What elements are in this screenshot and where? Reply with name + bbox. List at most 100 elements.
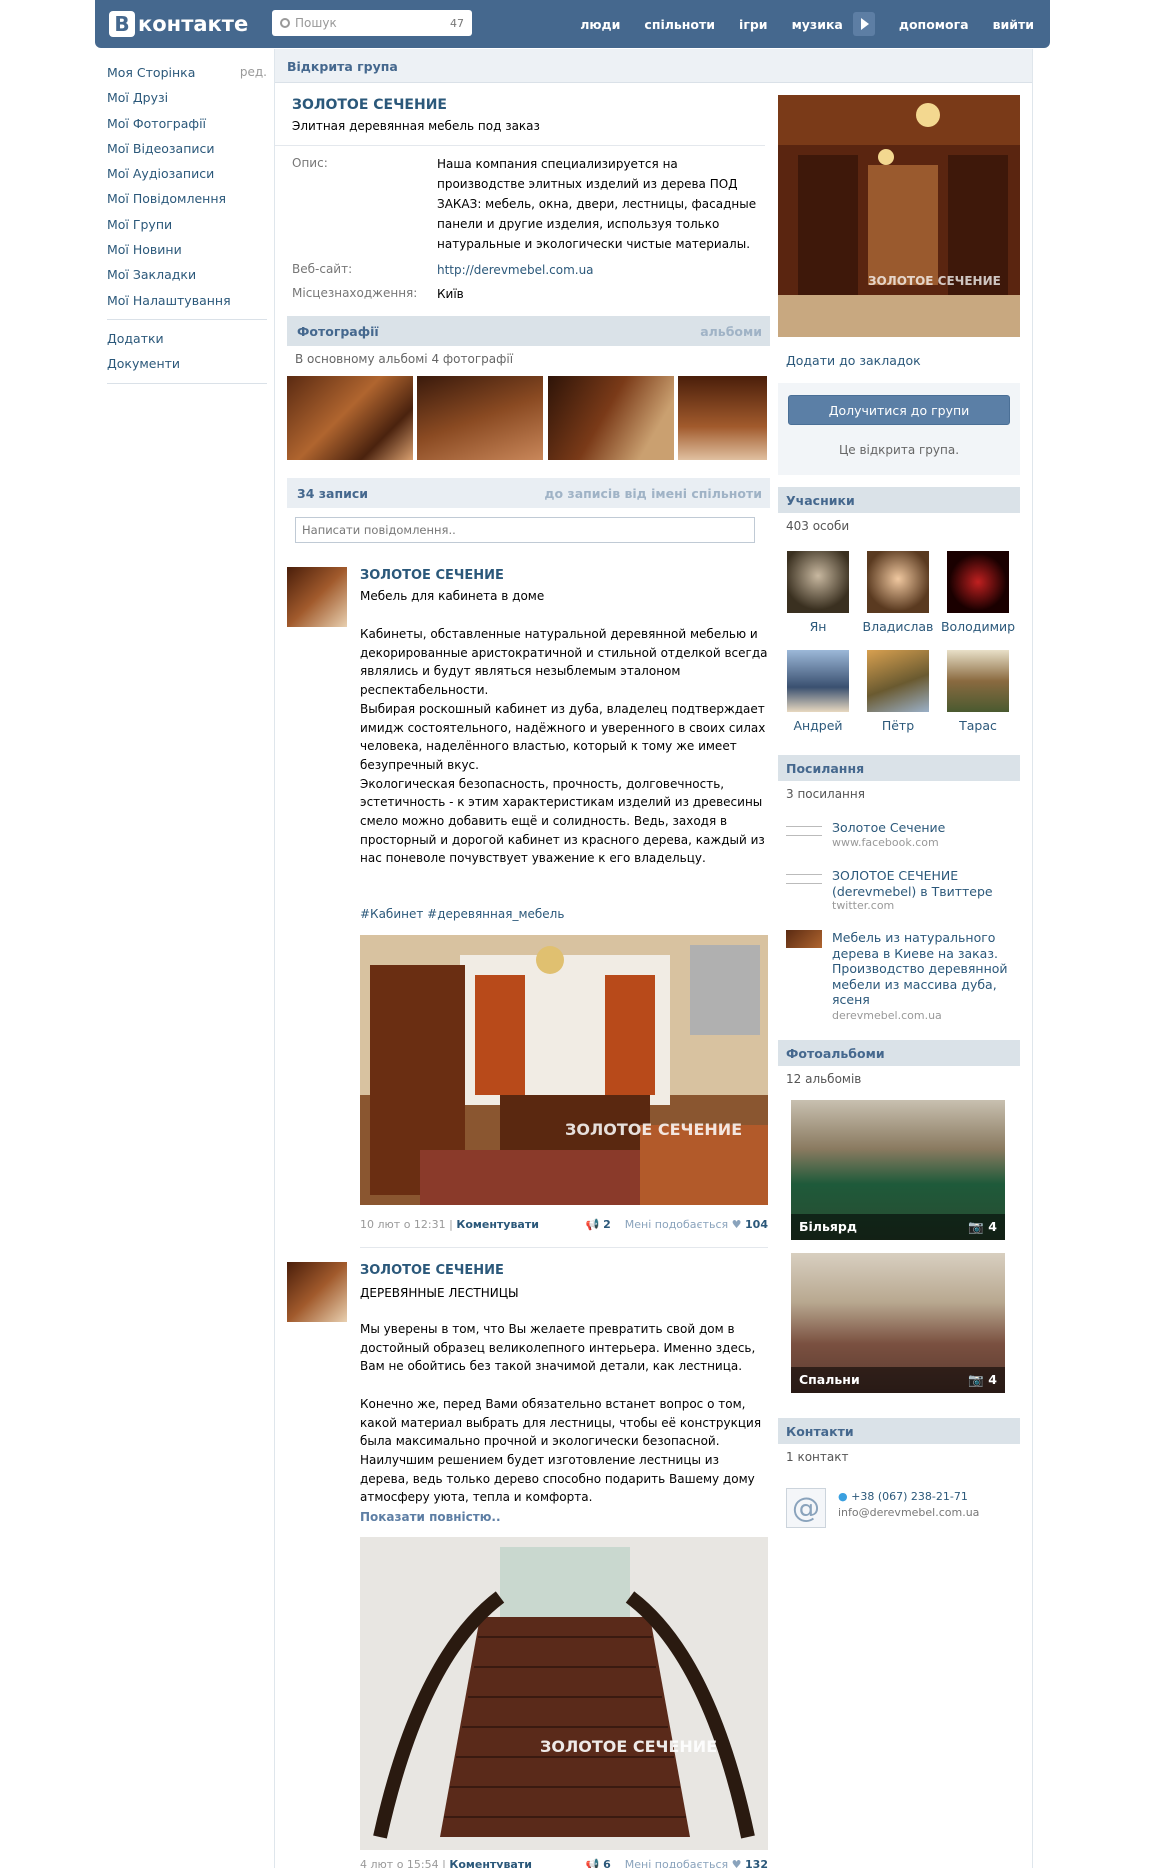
member-item[interactable]: Ян — [778, 551, 858, 634]
like-count[interactable]: 104 — [745, 1218, 768, 1231]
comment-link[interactable]: Коментувати — [449, 1858, 532, 1868]
nav-communities[interactable]: спільноти — [644, 17, 715, 32]
post-image-cabinet[interactable]: ЗОЛОТОЕ СЕЧЕНИЕ — [360, 935, 768, 1205]
link-icon — [786, 826, 822, 836]
nav-people[interactable]: люди — [580, 17, 620, 32]
albums-count: 12 альбомів — [786, 1072, 862, 1086]
album-billiard[interactable]: Більярд 📷 4 — [791, 1100, 1005, 1240]
post-body: Кабинеты, обставленные натуральной дерев… — [360, 627, 768, 866]
group-name: ЗОЛОТОЕ СЕЧЕНИЕ — [292, 97, 447, 113]
wall-header: 34 записи до записів від імені спільноти — [287, 478, 770, 508]
post-author[interactable]: ЗОЛОТОЕ СЕЧЕНИЕ — [360, 568, 504, 583]
top-header: В контакте Пошук 47 люди спільноти ігри … — [95, 0, 1050, 48]
album-count-value: 4 — [988, 1219, 997, 1234]
photos-header[interactable]: Фотографії альбоми — [287, 316, 770, 346]
members-count: 403 особи — [786, 519, 850, 533]
skype-icon: ● — [838, 1490, 848, 1503]
avatar — [787, 551, 849, 613]
menu-item-friends[interactable]: Мої Друзі — [107, 85, 267, 110]
nav-games[interactable]: ігри — [739, 17, 768, 32]
albums-header[interactable]: Фотоальбоми — [778, 1040, 1020, 1066]
vk-logo[interactable]: В контакте — [109, 9, 248, 39]
group-cover-photo[interactable]: ЗОЛОТОЕ СЕЧЕНИЕ — [778, 95, 1020, 337]
post-meta: 4 лют о 15:54 | Коментувати 📢 6 Мені под… — [360, 1858, 768, 1868]
member-name: Ян — [809, 619, 827, 634]
menu-item-docs[interactable]: Документи — [107, 351, 267, 376]
post-avatar[interactable] — [287, 567, 347, 627]
member-item[interactable]: Володимир — [938, 551, 1018, 634]
menu-item-bookmarks[interactable]: Мої Закладки — [107, 262, 267, 287]
menu-item-news[interactable]: Мої Новини — [107, 237, 267, 262]
join-group-button[interactable]: Долучитися до групи — [788, 395, 1010, 425]
heart-icon[interactable]: ♥ — [732, 1218, 742, 1231]
wall-count[interactable]: 34 записи — [297, 486, 368, 501]
post-meta: 10 лют о 12:31 | Коментувати 📢 2 Мені по… — [360, 1218, 768, 1231]
post-date[interactable]: 10 лют о 12:31 — [360, 1218, 446, 1231]
album-count: 📷 4 — [968, 1372, 997, 1387]
nav-logout[interactable]: вийти — [993, 17, 1034, 32]
link-item[interactable]: Мебель из натурального дерева в Киеве на… — [786, 930, 1017, 1022]
menu-item-photos[interactable]: Мої Фотографії — [107, 111, 267, 136]
member-item[interactable]: Пётр — [858, 650, 938, 733]
site-label: Веб-сайт: — [292, 262, 353, 276]
post-date[interactable]: 4 лют о 15:54 — [360, 1858, 439, 1868]
menu-item-groups[interactable]: Мої Групи — [107, 212, 267, 237]
show-more-link[interactable]: Показати повністю.. — [360, 1508, 770, 1527]
nav-help[interactable]: допомога — [899, 17, 969, 32]
menu-item-settings[interactable]: Мої Налаштування — [107, 288, 267, 313]
link-title[interactable]: ЗОЛОТОЕ СЕЧЕНИЕ (derevmebel) в Твиттере — [832, 868, 1017, 899]
menu-item-my-page[interactable]: Моя Сторінка ред. — [107, 60, 267, 85]
link-title[interactable]: Золотое Сечение — [832, 820, 1017, 836]
post-hashtags[interactable]: #Кабинет #деревянная_мебель — [360, 905, 770, 924]
link-title[interactable]: Мебель из натурального дерева в Киеве на… — [832, 930, 1017, 1008]
member-item[interactable]: Андрей — [778, 650, 858, 733]
member-item[interactable]: Тарас — [938, 650, 1018, 733]
link-domain: derevmebel.com.ua — [832, 1009, 942, 1022]
albums-link[interactable]: альбоми — [700, 324, 762, 339]
contact-email[interactable]: info@derevmebel.com.ua — [838, 1506, 979, 1519]
info-location-row: Місцезнаходження: Київ — [292, 286, 464, 301]
top-nav: люди спільноти ігри музика допомога вийт… — [556, 0, 1034, 48]
links-header[interactable]: Посилання — [778, 755, 1020, 781]
add-to-bookmarks-link[interactable]: Додати до закладок — [786, 353, 921, 368]
photo-thumb[interactable] — [417, 376, 543, 460]
post-image-staircase[interactable]: ЗОЛОТОЕ СЕЧЕНИЕ — [360, 1537, 768, 1850]
photo-thumb[interactable] — [548, 376, 674, 460]
like-label[interactable]: Мені подобається — [625, 1218, 728, 1231]
repost-count[interactable]: 6 — [603, 1858, 611, 1868]
group-status: Элитная деревянная мебель под заказ — [292, 119, 540, 133]
post-composer-input[interactable]: Написати повідомлення.. — [295, 517, 755, 543]
members-header[interactable]: Учасники — [778, 487, 1020, 513]
site-link[interactable]: http://derevmebel.com.ua — [437, 260, 765, 280]
photo-thumb[interactable] — [678, 376, 767, 460]
community-posts-link[interactable]: до записів від імені спільноти — [544, 486, 762, 501]
column-divider — [1032, 49, 1033, 1868]
like-label[interactable]: Мені подобається — [625, 1858, 728, 1868]
play-icon[interactable] — [852, 12, 875, 36]
photo-thumb[interactable] — [287, 376, 413, 460]
links-count: 3 посилання — [786, 787, 865, 801]
repost-icon[interactable]: 📢 — [586, 1858, 600, 1868]
menu-item-messages[interactable]: Мої Повідомлення — [107, 186, 267, 211]
like-count[interactable]: 132 — [745, 1858, 768, 1868]
post-avatar[interactable] — [287, 1262, 347, 1322]
edit-link[interactable]: ред. — [240, 60, 267, 85]
post-author[interactable]: ЗОЛОТОЕ СЕЧЕНИЕ — [360, 1263, 504, 1278]
album-bedrooms[interactable]: Спальни 📷 4 — [791, 1253, 1005, 1393]
repost-count[interactable]: 2 — [603, 1218, 611, 1231]
contact-phone[interactable]: ● +38 (067) 238-21-71 — [838, 1490, 968, 1503]
contacts-header[interactable]: Контакти — [778, 1418, 1020, 1444]
join-note: Це відкрита група. — [838, 443, 960, 457]
search-count: 47 — [450, 16, 464, 30]
member-item[interactable]: Владислав — [858, 551, 938, 634]
menu-item-audio[interactable]: Мої Аудіозаписи — [107, 161, 267, 186]
nav-music[interactable]: музика — [792, 17, 843, 32]
heart-icon[interactable]: ♥ — [732, 1858, 742, 1868]
link-item[interactable]: Золотое Сечение www.facebook.com — [786, 820, 1016, 860]
link-item[interactable]: ЗОЛОТОЕ СЕЧЕНИЕ (derevmebel) в Твиттере … — [786, 868, 1016, 918]
comment-link[interactable]: Коментувати — [456, 1218, 539, 1231]
search-box[interactable]: Пошук 47 — [272, 10, 472, 36]
repost-icon[interactable]: 📢 — [586, 1218, 600, 1231]
menu-item-videos[interactable]: Мої Відеозаписи — [107, 136, 267, 161]
menu-item-apps[interactable]: Додатки — [107, 326, 267, 351]
